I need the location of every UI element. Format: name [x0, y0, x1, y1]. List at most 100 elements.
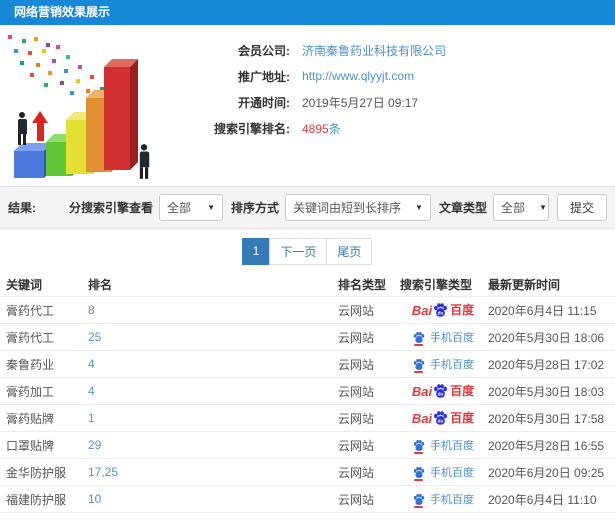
ranking-count-unit: 条 — [328, 121, 341, 136]
engine-view-select[interactable]: 全部 ▼ — [159, 194, 224, 221]
table-row: 秦鲁药业 4 云网站 手机百度 2020年5月28日 17:02 — [0, 350, 615, 377]
update-time-cell: 2020年6月20日 09:25 — [488, 465, 605, 480]
rank-type-cell: 云网站 — [338, 438, 375, 453]
col-engine-type: 搜索引擎类型 — [400, 278, 473, 292]
baidu-logo: Bai du 百度 — [411, 383, 475, 399]
baidu-paw-icon: du — [434, 303, 448, 317]
info-row-company: 会员公司: 济南秦鲁药业科技有限公司 — [175, 37, 615, 63]
baidu-logo: Bai du 百度 — [411, 410, 475, 426]
filter-bar: 结果: 分搜索引擎查看 全部 ▼ 排序方式 关键词由短到长排序 ▼ 文章类型 全… — [0, 186, 615, 229]
mobile-baidu-paw-icon — [413, 331, 425, 343]
mobile-baidu-logo: 手机百度 — [412, 491, 474, 508]
table-row: 膏药加工 4 云网站 Bai du 百度 2020年5月30日 18:03 — [0, 377, 615, 404]
engine-cell: 手机百度 — [400, 356, 486, 373]
info-row-open-time: 开通时间: 2019年5月27日 09:17 — [175, 89, 615, 115]
company-label: 会员公司: — [238, 43, 290, 58]
rank-cell: 10 — [88, 492, 338, 506]
open-time-label: 开通时间: — [238, 95, 290, 110]
mobile-baidu-paw-icon — [413, 439, 425, 451]
company-name-link[interactable]: 济南秦鲁药业科技有限公司 — [302, 42, 446, 59]
rank-link[interactable]: 8 — [88, 303, 95, 317]
engine-cell: 手机百度 — [400, 464, 486, 481]
rank-cell: 1 — [88, 411, 338, 425]
page-1-button[interactable]: 1 — [241, 237, 271, 265]
rank-link[interactable]: 17,25 — [88, 465, 118, 479]
mobile-baidu-logo: 手机百度 — [412, 329, 474, 346]
sort-select[interactable]: 关键词由短到长排序 ▼ — [285, 194, 431, 221]
rank-cell: 29 — [88, 438, 338, 452]
update-time-cell: 2020年5月30日 17:58 — [488, 411, 605, 426]
titlebar: 网络营销效果展示 — [0, 0, 615, 25]
keyword-cell: 膏药加工 — [6, 384, 55, 399]
red-underline — [414, 451, 423, 454]
keyword-cell: 膏药代工 — [6, 330, 55, 345]
rank-link[interactable]: 1 — [88, 411, 95, 425]
rank-type-cell: 云网站 — [338, 465, 375, 480]
info-row-url: 推广地址: http://www.qlyyjt.com — [175, 63, 615, 89]
article-type-select[interactable]: 全部 ▼ — [492, 194, 549, 221]
mobile-baidu-logo: 手机百度 — [412, 437, 474, 454]
red-underline — [414, 505, 423, 508]
bar-blue — [14, 143, 52, 178]
last-page-button[interactable]: 尾页 — [326, 237, 373, 265]
engine-view-value: 全部 — [167, 201, 192, 215]
col-update-time: 最新更新时间 — [488, 278, 561, 292]
chevron-down-icon: ▼ — [539, 203, 547, 212]
rank-link[interactable]: 4 — [88, 357, 95, 371]
engine-cell: Bai du 百度 — [400, 410, 486, 426]
svg-text:du: du — [438, 419, 444, 424]
ranking-count-value: 4895 — [302, 121, 329, 136]
mobile-baidu-paw-icon — [413, 493, 425, 505]
summary-section: 会员公司: 济南秦鲁药业科技有限公司 推广地址: http://www.qlyy… — [0, 25, 615, 186]
table-body: 膏药代工 8 云网站 Bai du 百度 2020年6月4日 11:15 膏药代… — [0, 296, 615, 520]
svg-text:du: du — [438, 392, 444, 397]
engine-cell: 手机百度 — [400, 329, 486, 346]
update-time-cell: 2020年5月30日 18:06 — [488, 330, 605, 345]
table-row: 膏药代工 8 云网站 Bai du 百度 2020年6月4日 11:15 — [0, 296, 615, 323]
chevron-down-icon: ▼ — [415, 203, 423, 212]
ranking-count-label: 搜索引擎排名: — [214, 121, 290, 136]
red-underline — [414, 478, 423, 481]
keyword-cell: 膏药贴牌 — [6, 411, 55, 426]
submit-button[interactable]: 提交 — [556, 194, 607, 221]
promo-url-label: 推广地址: — [238, 69, 290, 84]
keyword-cell: 金华防护服 — [6, 465, 67, 480]
table-header: 关键词 排名 排名类型 搜索引擎类型 最新更新时间 — [0, 273, 615, 296]
sort-value: 关键词由短到长排序 — [293, 201, 402, 215]
businessman-figure-left — [16, 112, 28, 145]
table-row: 金华防护服 17,25 云网站 手机百度 2020年6月20日 09:25 — [0, 458, 615, 485]
open-time-value: 2019年5月27日 09:17 — [302, 95, 419, 110]
rank-type-cell: 云网站 — [338, 384, 375, 399]
engine-cell: Bai du 百度 — [400, 383, 486, 399]
next-page-button[interactable]: 下一页 — [269, 237, 328, 265]
col-keyword: 关键词 — [6, 278, 43, 292]
rank-link[interactable]: 10 — [88, 492, 101, 506]
rank-type-cell: 云网站 — [338, 492, 375, 507]
keyword-cell: 秦鲁药业 — [6, 357, 55, 372]
rank-type-cell: 云网站 — [338, 357, 375, 372]
rank-type-cell: 云网站 — [338, 330, 375, 345]
keyword-cell: 口罩贴牌 — [6, 438, 55, 453]
businessman-figure-right — [138, 144, 151, 179]
mobile-baidu-paw-icon — [413, 466, 425, 478]
update-time-cell: 2020年5月30日 18:03 — [488, 384, 605, 399]
sort-label: 排序方式 — [231, 201, 280, 215]
rank-cell: 17,25 — [88, 465, 338, 479]
engine-cell: 手机百度 — [400, 491, 486, 508]
red-underline — [414, 370, 423, 373]
result-label: 结果: — [8, 201, 36, 215]
baidu-paw-icon: du — [434, 411, 448, 425]
rank-link[interactable]: 4 — [88, 384, 95, 398]
update-time-cell: 2020年5月28日 17:02 — [488, 357, 605, 372]
article-type-value: 全部 — [500, 201, 525, 215]
rank-link[interactable]: 25 — [88, 330, 101, 344]
engine-view-label: 分搜索引擎查看 — [69, 201, 154, 215]
engine-cell: 手机百度 — [400, 437, 486, 454]
col-rank-type: 排名类型 — [338, 278, 387, 292]
rank-link[interactable]: 29 — [88, 438, 101, 452]
baidu-paw-icon: du — [434, 384, 448, 398]
page-title: 网络营销效果展示 — [14, 5, 111, 19]
confetti-dots — [8, 35, 12, 39]
mobile-baidu-logo: 手机百度 — [412, 464, 474, 481]
promo-url-link[interactable]: http://www.qlyyjt.com — [302, 69, 414, 83]
